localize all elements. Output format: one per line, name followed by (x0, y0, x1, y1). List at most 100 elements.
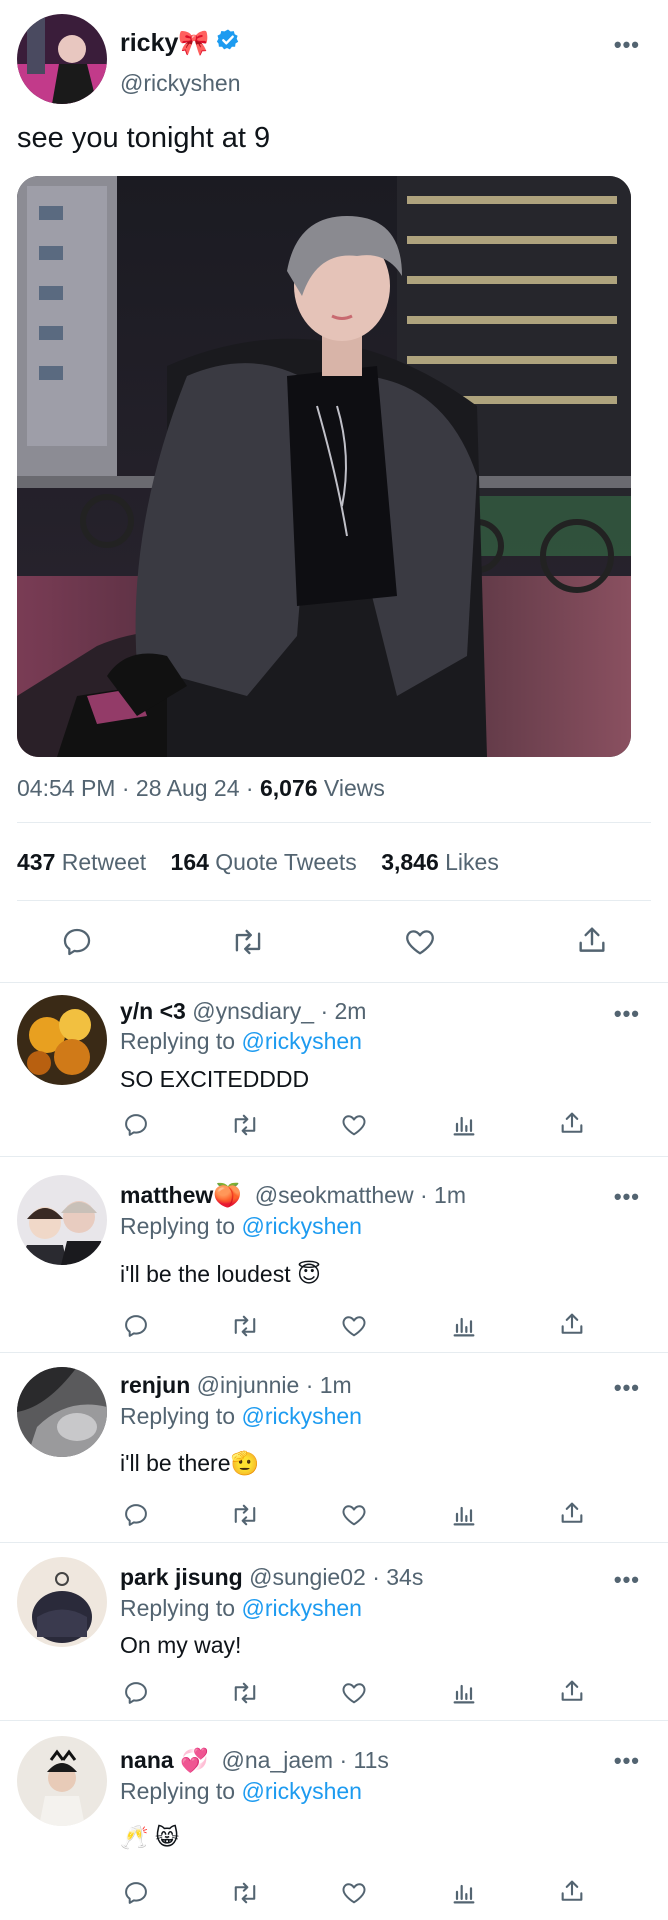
reply-handle[interactable]: @na_jaem (222, 1747, 334, 1774)
reply-avatar[interactable] (17, 1175, 107, 1265)
reply-age[interactable]: 34s (386, 1564, 423, 1591)
views-icon[interactable] (450, 1679, 478, 1712)
reply-icon[interactable] (60, 925, 94, 964)
reply-icon[interactable] (122, 1679, 150, 1712)
replying-to: Replying to @rickyshen (120, 1213, 362, 1240)
views-count: 6,076 (259, 775, 318, 801)
reply-display-name[interactable]: y/n <3 (120, 998, 186, 1025)
reply-display-name[interactable]: matthew🍑 (120, 1182, 242, 1209)
quotes-count: 164 (170, 849, 209, 875)
replying-prefix: Replying to (120, 1213, 236, 1239)
tweet-photo[interactable] (17, 176, 631, 757)
retweets-stat[interactable]: 437 Retweet (17, 849, 146, 875)
retweet-icon[interactable] (230, 1312, 260, 1345)
more-icon[interactable]: ••• (614, 1569, 640, 1591)
views-icon[interactable] (450, 1501, 478, 1534)
likes-stat[interactable]: 3,846 Likes (381, 849, 499, 875)
more-icon[interactable]: ••• (614, 1003, 640, 1025)
share-icon[interactable] (558, 1109, 586, 1142)
like-icon[interactable] (340, 1679, 368, 1712)
replying-prefix: Replying to (120, 1595, 236, 1621)
meta-separator: · (339, 1747, 348, 1773)
replying-to: Replying to @rickyshen (120, 1778, 362, 1805)
author-display-name[interactable]: ricky🎀 (120, 29, 210, 58)
tweet-time[interactable]: 04:54 PM (17, 775, 115, 801)
reply-handle[interactable]: @sungie02 (249, 1564, 366, 1591)
reply-avatar[interactable] (17, 1367, 107, 1457)
reply-text: i'll be the loudest 😇 (120, 1261, 321, 1287)
mention-link[interactable]: @rickyshen (241, 1403, 362, 1429)
likes-label: Likes (445, 849, 499, 875)
more-icon[interactable]: ••• (614, 1377, 640, 1399)
replying-to: Replying to @rickyshen (120, 1403, 362, 1430)
views-icon[interactable] (450, 1312, 478, 1345)
like-icon[interactable] (340, 1879, 368, 1912)
reply-tweet: y/n <3 @ynsdiary_ · 2m ••• Replying to @… (0, 983, 668, 1157)
reply-avatar[interactable] (17, 1557, 107, 1647)
reply-name-row: nana 💞 @na_jaem · 11s (120, 1747, 389, 1774)
reply-display-name[interactable]: nana 💞 (120, 1747, 209, 1774)
meta-separator: · (305, 1372, 314, 1398)
reply-display-name[interactable]: park jisung (120, 1564, 243, 1591)
retweet-icon[interactable] (230, 1111, 260, 1144)
reply-text: SO EXCITEDDDD (120, 1066, 310, 1092)
tweet-text: see you tonight at 9 (17, 122, 271, 154)
share-icon[interactable] (558, 1877, 586, 1910)
mention-link[interactable]: @rickyshen (241, 1028, 362, 1054)
reply-text: 🥂 😸 (120, 1824, 180, 1850)
like-icon[interactable] (340, 1111, 368, 1144)
reply-icon[interactable] (122, 1111, 150, 1144)
share-icon[interactable] (558, 1499, 586, 1532)
mention-link[interactable]: @rickyshen (241, 1595, 362, 1621)
reply-avatar[interactable] (17, 1736, 107, 1826)
meta-separator: · (419, 1182, 428, 1208)
mention-link[interactable]: @rickyshen (241, 1778, 362, 1804)
mention-link[interactable]: @rickyshen (241, 1213, 362, 1239)
reply-age[interactable]: 1m (434, 1182, 466, 1209)
more-icon[interactable]: ••• (614, 1186, 640, 1208)
reply-handle[interactable]: @seokmatthew (255, 1182, 414, 1209)
more-icon[interactable]: ••• (614, 34, 640, 56)
share-icon[interactable] (558, 1310, 586, 1343)
share-icon[interactable] (558, 1677, 586, 1710)
reply-display-name[interactable]: renjun (120, 1372, 190, 1399)
reply-name-row: y/n <3 @ynsdiary_ · 2m (120, 998, 366, 1025)
reply-age[interactable]: 2m (335, 998, 367, 1025)
share-icon[interactable] (575, 923, 609, 962)
views-icon[interactable] (450, 1111, 478, 1144)
retweet-icon[interactable] (230, 1679, 260, 1712)
tweet-date[interactable]: 28 Aug 24 (136, 775, 240, 801)
replying-prefix: Replying to (120, 1028, 236, 1054)
reply-name-row: renjun @injunnie · 1m (120, 1372, 352, 1399)
reply-icon[interactable] (122, 1501, 150, 1534)
reply-icon[interactable] (122, 1312, 150, 1345)
replying-prefix: Replying to (120, 1403, 236, 1429)
like-icon[interactable] (340, 1501, 368, 1534)
reply-text: i'll be there🫡 (120, 1450, 260, 1476)
author-name-row: ricky🎀 (120, 28, 240, 59)
more-icon[interactable]: ••• (614, 1750, 640, 1772)
retweet-icon[interactable] (230, 1501, 260, 1534)
retweets-label: Retweet (61, 849, 147, 875)
reply-avatar[interactable] (17, 995, 107, 1085)
retweets-count: 437 (17, 849, 56, 875)
replying-to: Replying to @rickyshen (120, 1028, 362, 1055)
quotes-stat[interactable]: 164 Quote Tweets (171, 849, 357, 875)
retweet-icon[interactable] (230, 925, 266, 964)
like-icon[interactable] (340, 1312, 368, 1345)
views-label: Views (323, 775, 385, 801)
author-avatar[interactable] (17, 14, 107, 104)
divider (17, 900, 651, 901)
verified-icon (216, 28, 240, 59)
meta-separator: · (372, 1564, 380, 1590)
author-handle[interactable]: @rickyshen (120, 70, 241, 97)
like-icon[interactable] (403, 925, 437, 964)
reply-handle[interactable]: @ynsdiary_ (192, 998, 314, 1025)
retweet-icon[interactable] (230, 1879, 260, 1912)
views-icon[interactable] (450, 1879, 478, 1912)
quotes-label: Quote Tweets (215, 849, 357, 875)
reply-age[interactable]: 1m (320, 1372, 352, 1399)
reply-handle[interactable]: @injunnie (197, 1372, 300, 1399)
reply-age[interactable]: 11s (354, 1747, 389, 1774)
reply-icon[interactable] (122, 1879, 150, 1912)
